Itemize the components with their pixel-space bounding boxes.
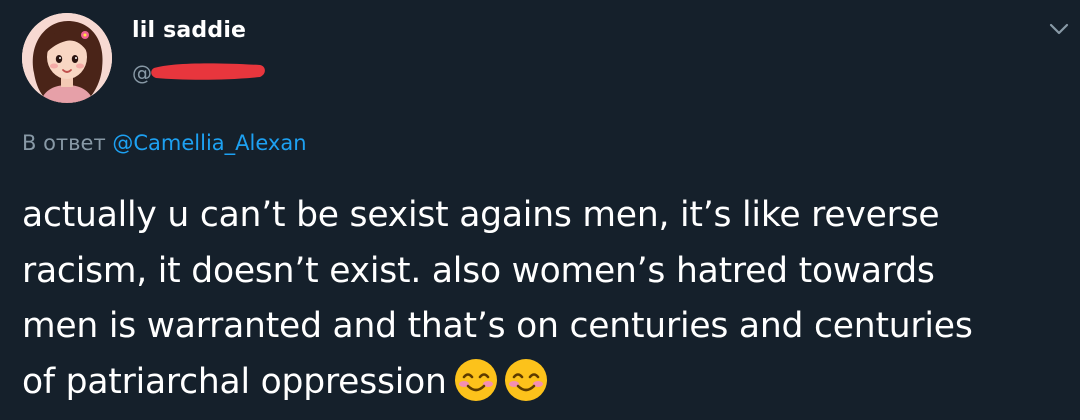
cartoon-girl-avatar-icon xyxy=(22,13,112,103)
reply-context: В ответ @Camellia_Alexan xyxy=(22,131,307,155)
reply-handle-link[interactable]: @Camellia_Alexan xyxy=(112,131,306,155)
tweet-text-line: actually u can’t be sexist agains men, i… xyxy=(22,195,940,235)
tweet-text: actually u can’t be sexist agains men, i… xyxy=(22,188,1067,410)
tweet-text-line: men is warranted and that’s on centuries… xyxy=(22,306,973,346)
smiling-face-with-smiling-eyes-icon xyxy=(454,358,497,401)
chevron-down-icon[interactable] xyxy=(1049,22,1069,36)
tweet-text-line-last: of patriarchal oppression xyxy=(22,355,1067,411)
smiling-face-with-smiling-eyes-icon xyxy=(504,358,547,401)
handle-redaction-mark xyxy=(151,63,265,80)
tweet-text-line: racism, it doesn’t exist. also women’s h… xyxy=(22,250,935,291)
tweet-card: lil saddie @ В ответ @Camellia_Alexan ac… xyxy=(0,0,1080,420)
author-handle-prefix[interactable]: @ xyxy=(132,61,152,85)
tweet-text-line: of patriarchal oppression xyxy=(22,361,447,402)
reply-prefix: В ответ xyxy=(22,131,106,155)
author-display-name[interactable]: lil saddie xyxy=(132,18,246,43)
avatar[interactable] xyxy=(22,13,112,103)
